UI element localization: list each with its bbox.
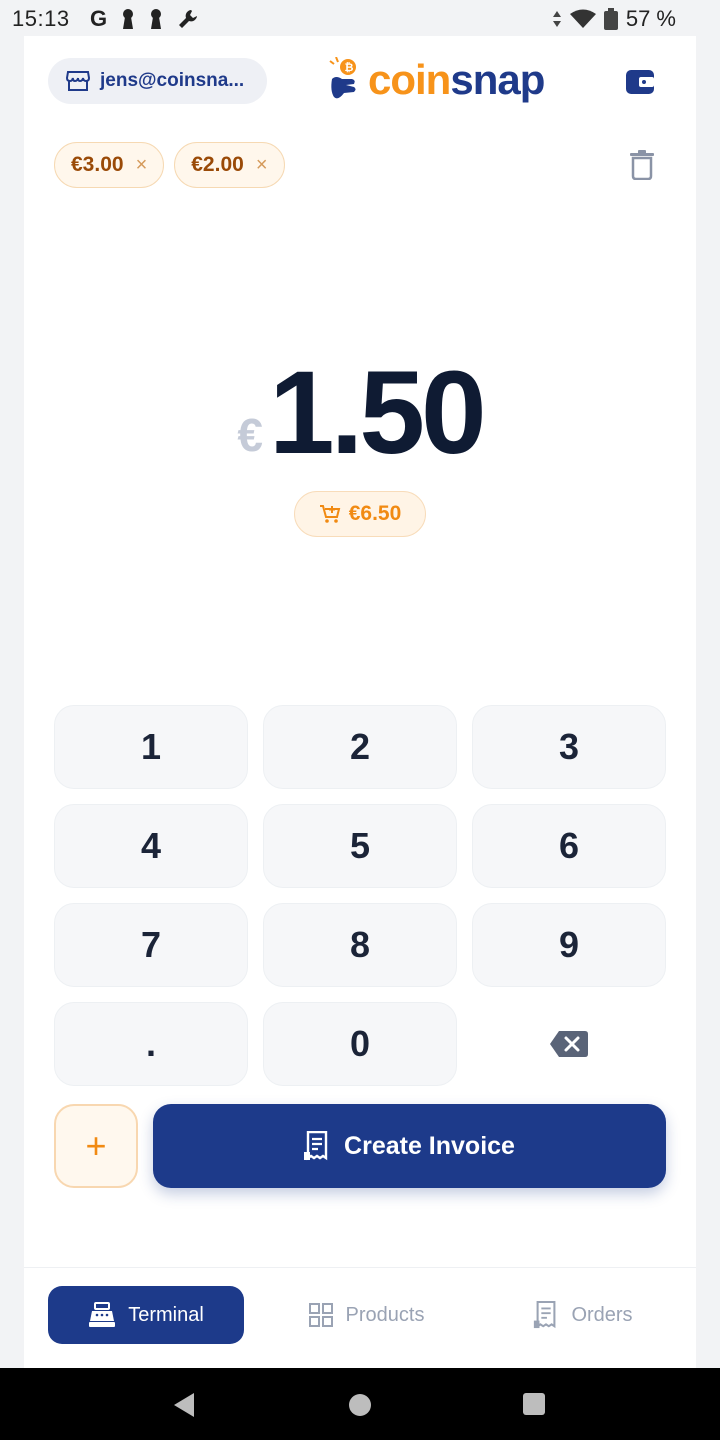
wrench-icon <box>179 10 198 28</box>
nav-products-label: Products <box>345 1303 425 1326</box>
status-time: 15:13 <box>12 6 70 31</box>
recents-icon[interactable] <box>523 1393 545 1415</box>
close-icon[interactable]: × <box>136 154 148 177</box>
currency-symbol: € <box>237 409 263 461</box>
orders-icon <box>534 1301 556 1329</box>
cash-register-icon <box>89 1302 116 1327</box>
back-icon[interactable] <box>174 1393 194 1417</box>
key-6[interactable]: 6 <box>472 804 666 888</box>
chip-item[interactable]: €2.00 × <box>174 142 285 188</box>
store-icon <box>66 71 90 91</box>
chip-amount: €2.00 <box>191 153 244 176</box>
home-icon[interactable] <box>349 1394 371 1416</box>
nav-orders[interactable]: Orders <box>508 1286 658 1344</box>
amount-display: € 1.50 <box>24 354 696 472</box>
data-arrows-icon <box>552 11 561 27</box>
chip-item[interactable]: €3.00 × <box>54 142 165 188</box>
nav-products[interactable]: Products <box>286 1286 446 1344</box>
coinsnap-logo-icon: ₿ <box>329 57 356 99</box>
google-icon: G <box>90 6 108 31</box>
trash-icon[interactable] <box>628 150 656 180</box>
battery-level: 57 % <box>625 6 676 31</box>
create-invoice-label: Create Invoice <box>344 1131 515 1160</box>
key-8[interactable]: 8 <box>263 903 457 987</box>
key-4[interactable]: 4 <box>54 804 248 888</box>
cart-total-badge[interactable]: €6.50 <box>294 491 426 537</box>
chip-amount: €3.00 <box>71 153 124 176</box>
backspace-button[interactable] <box>472 1002 666 1086</box>
key-3[interactable]: 3 <box>472 705 666 789</box>
bottom-navigation: Terminal Products Orders <box>24 1267 696 1368</box>
nav-terminal-label: Terminal <box>128 1303 204 1326</box>
key-decimal[interactable]: . <box>54 1002 248 1086</box>
cart-total-value: €6.50 <box>348 502 402 525</box>
battery-icon <box>603 8 618 30</box>
close-icon[interactable]: × <box>256 154 268 177</box>
create-invoice-button[interactable]: Create Invoice <box>153 1104 666 1188</box>
wallet-icon[interactable] <box>624 66 656 98</box>
receipt-icon <box>304 1131 328 1161</box>
status-bar: 15:13 G 57 % <box>0 0 720 36</box>
logo-coin-text: coin <box>368 56 451 103</box>
grid-icon <box>308 1303 333 1327</box>
app-container: jens@coinsna... ₿ coinsnap €3.00 × €2.00… <box>24 36 696 1368</box>
item-chips: €3.00 × €2.00 × <box>54 142 285 188</box>
nav-orders-label: Orders <box>571 1303 633 1326</box>
key-2[interactable]: 2 <box>263 705 457 789</box>
logo-snap-text: snap <box>450 56 545 103</box>
cart-icon <box>319 505 340 523</box>
coinsnap-logo: ₿ coinsnap <box>328 56 545 104</box>
key-5[interactable]: 5 <box>263 804 457 888</box>
svg-text:₿: ₿ <box>345 61 354 74</box>
nav-terminal[interactable]: Terminal <box>48 1286 244 1344</box>
keyhole-icon <box>123 9 134 29</box>
wifi-icon <box>569 9 596 28</box>
account-selector[interactable]: jens@coinsna... <box>48 58 267 104</box>
key-0[interactable]: 0 <box>263 1002 457 1086</box>
key-9[interactable]: 9 <box>472 903 666 987</box>
key-1[interactable]: 1 <box>54 705 248 789</box>
account-email: jens@coinsna... <box>100 70 245 91</box>
backspace-icon <box>550 1031 588 1057</box>
add-item-button[interactable]: + <box>54 1104 138 1188</box>
key-7[interactable]: 7 <box>54 903 248 987</box>
amount-value: 1.50 <box>268 347 487 479</box>
keyhole-icon <box>151 9 162 29</box>
